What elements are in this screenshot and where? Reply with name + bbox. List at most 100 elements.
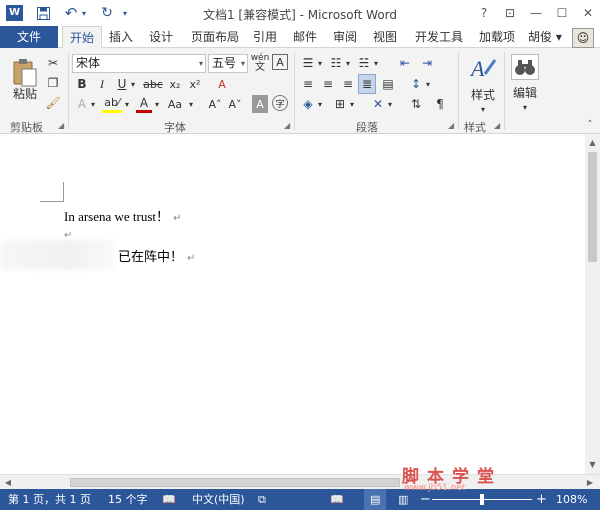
collapse-ribbon-icon[interactable]: ˄	[584, 116, 596, 134]
justify-icon[interactable]: ≣	[358, 74, 376, 94]
document-paragraph[interactable]: 已在阵中！ ↵	[118, 246, 195, 265]
underline-dropdown-icon[interactable]: ▾	[128, 75, 138, 93]
read-mode-icon[interactable]: 📖	[330, 489, 344, 510]
macro-record-icon[interactable]: ⧉	[258, 489, 274, 510]
styles-launcher-icon[interactable]: ◢	[494, 121, 500, 130]
editing-dropdown-icon[interactable]: ▾	[520, 98, 530, 116]
bullets-dropdown-icon[interactable]: ▾	[316, 54, 324, 72]
ribbon-display-options-icon[interactable]: ⊡	[498, 3, 522, 23]
document-canvas[interactable]: In arsena we trust！ ↵ ↵ 已在阵中！ ↵	[0, 134, 585, 474]
subscript-button[interactable]: x₂	[166, 75, 184, 93]
binoculars-icon[interactable]	[511, 54, 539, 80]
clear-formatting-button[interactable]: A	[212, 75, 232, 93]
paragraph-launcher-icon[interactable]: ◢	[448, 121, 454, 130]
font-size-combo[interactable]: 五号 ▾	[208, 54, 248, 73]
clipboard-launcher-icon[interactable]: ◢	[58, 121, 64, 130]
font-launcher-icon[interactable]: ◢	[284, 121, 290, 130]
tab-references[interactable]: 引用	[248, 26, 282, 48]
scroll-right-icon[interactable]: ▶	[584, 476, 596, 489]
user-account[interactable]: 胡俊 ▾	[528, 26, 562, 48]
chinese-layout-dropdown-icon[interactable]: ▾	[386, 95, 394, 113]
line-spacing-icon[interactable]: ↕	[408, 75, 424, 93]
line-spacing-dropdown-icon[interactable]: ▾	[424, 75, 432, 93]
tab-file[interactable]: 文件	[0, 26, 58, 48]
customize-quick-access-icon[interactable]: ▾	[120, 4, 130, 22]
distributed-icon[interactable]: ▤	[380, 75, 396, 93]
font-color-dropdown-icon[interactable]: ▾	[152, 95, 162, 113]
bold-button[interactable]: B	[74, 75, 90, 93]
decrease-indent-icon[interactable]: ⇤	[396, 54, 414, 72]
help-button[interactable]: ?	[472, 3, 496, 23]
shading-icon[interactable]: ◈	[300, 95, 316, 113]
tab-page-layout[interactable]: 页面布局	[186, 26, 244, 48]
minimize-button[interactable]: —	[524, 3, 548, 23]
bullets-icon[interactable]: ☰	[300, 54, 316, 72]
zoom-in-button[interactable]: +	[536, 489, 547, 510]
grow-font-button[interactable]: A˄	[206, 95, 224, 113]
scroll-up-icon[interactable]: ▲	[587, 136, 598, 150]
print-layout-icon[interactable]: ▤	[364, 489, 387, 510]
language-indicator[interactable]: 中文(中国)	[192, 489, 245, 510]
restore-button[interactable]: ☐	[550, 3, 574, 23]
font-color-button[interactable]: A	[136, 95, 152, 113]
strikethrough-button[interactable]: abc	[142, 75, 164, 93]
numbering-dropdown-icon[interactable]: ▾	[344, 54, 352, 72]
shrink-font-button[interactable]: A˅	[226, 95, 244, 113]
save-icon[interactable]	[34, 4, 52, 22]
redo-icon[interactable]: ↻	[98, 4, 116, 22]
multilevel-list-icon[interactable]: ☵	[356, 54, 372, 72]
enclose-characters-button[interactable]: 字	[272, 95, 288, 111]
superscript-button[interactable]: x²	[186, 75, 204, 93]
document-paragraph[interactable]: In arsena we trust！ ↵	[64, 206, 181, 225]
character-shading-button[interactable]: A	[252, 95, 268, 113]
increase-indent-icon[interactable]: ⇥	[418, 54, 436, 72]
tab-view[interactable]: 视图	[368, 26, 402, 48]
align-left-icon[interactable]: ≡	[300, 75, 316, 93]
highlight-button[interactable]: ab⁄	[102, 95, 122, 113]
zoom-slider-handle[interactable]	[480, 494, 484, 505]
paste-button[interactable]: 粘贴	[10, 85, 40, 102]
page-count[interactable]: 第 1 页，共 1 页	[8, 489, 91, 510]
tab-review[interactable]: 审阅	[328, 26, 362, 48]
horizontal-scroll-thumb[interactable]	[70, 478, 400, 487]
word-count[interactable]: 15 个字	[108, 489, 148, 510]
tab-mailings[interactable]: 邮件	[288, 26, 322, 48]
highlight-dropdown-icon[interactable]: ▾	[122, 95, 132, 113]
tab-addins[interactable]: 加载项	[474, 26, 520, 48]
scroll-left-icon[interactable]: ◀	[2, 476, 14, 489]
close-button[interactable]: ✕	[576, 3, 600, 23]
paste-icon[interactable]	[13, 58, 37, 88]
borders-icon[interactable]: ⊞	[332, 95, 348, 113]
copy-icon[interactable]: ❐	[44, 74, 62, 92]
vertical-scroll-thumb[interactable]	[588, 152, 597, 262]
zoom-out-button[interactable]: −	[420, 489, 431, 510]
show-marks-icon[interactable]: ¶	[432, 95, 448, 113]
tab-home[interactable]: 开始	[62, 26, 102, 48]
vertical-scrollbar[interactable]: ▲ ▼	[585, 134, 600, 474]
change-case-button[interactable]: Aa	[164, 95, 186, 113]
undo-dropdown-icon[interactable]: ▾	[80, 4, 88, 22]
font-name-combo[interactable]: 宋体 ▾	[72, 54, 206, 73]
sort-icon[interactable]: ⇅	[408, 95, 424, 113]
character-border-icon[interactable]: A	[272, 54, 288, 70]
tab-design[interactable]: 设计	[144, 26, 178, 48]
align-center-icon[interactable]: ≡	[320, 75, 336, 93]
tab-insert[interactable]: 插入	[104, 26, 138, 48]
format-painter-icon[interactable]: 🖌	[44, 94, 62, 112]
numbering-icon[interactable]: ☷	[328, 54, 344, 72]
scroll-down-icon[interactable]: ▼	[587, 458, 598, 472]
avatar[interactable]: ☺	[572, 28, 594, 48]
change-case-dropdown-icon[interactable]: ▾	[186, 95, 196, 113]
proofing-icon[interactable]: 📖	[162, 489, 176, 510]
shading-dropdown-icon[interactable]: ▾	[316, 95, 324, 113]
undo-icon[interactable]: ↶	[62, 4, 80, 22]
tab-developer[interactable]: 开发工具	[410, 26, 468, 48]
phonetic-guide-button[interactable]: wén 文	[250, 52, 270, 74]
multilevel-dropdown-icon[interactable]: ▾	[372, 54, 380, 72]
align-right-icon[interactable]: ≡	[340, 75, 356, 93]
zoom-level[interactable]: 108%	[556, 489, 587, 510]
text-effects-dropdown-icon[interactable]: ▾	[88, 95, 98, 113]
cut-icon[interactable]: ✂	[44, 54, 62, 72]
styles-dropdown-icon[interactable]: ▾	[478, 100, 488, 118]
styles-icon[interactable]: A	[469, 54, 497, 82]
